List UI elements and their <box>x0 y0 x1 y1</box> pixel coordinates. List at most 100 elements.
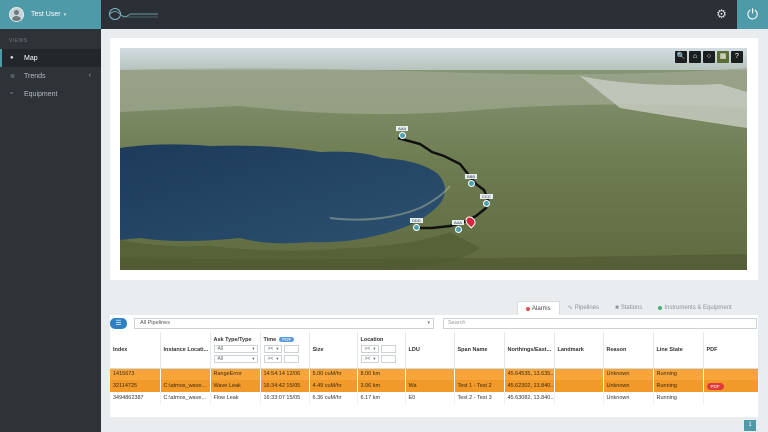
location-operator-select-2[interactable]: >< <box>360 354 379 363</box>
logout-power-icon[interactable]: ⏻ <box>737 0 768 29</box>
type-filter-select[interactable]: All <box>213 344 258 353</box>
table-row[interactable]: 3494862387 C:\atmos_wave... Flow Leak 16… <box>110 392 759 404</box>
column-header-index[interactable]: Index <box>110 332 161 369</box>
cell-pdf <box>703 368 759 380</box>
alarms-table: Index Instance Locati... Ask Type/Type A… <box>110 332 759 404</box>
map-marker[interactable]: DDD <box>410 218 423 231</box>
tab-pipelines[interactable]: ∿ Pipelines <box>560 301 607 315</box>
cell-landmark <box>554 392 604 404</box>
pipeline-icon: ∿ <box>567 305 573 311</box>
cell-size: 6.36 cuM/hr <box>309 392 358 404</box>
column-header-time[interactable]: TimePDF >< >< <box>260 332 310 369</box>
column-header-landmark[interactable]: Landmark <box>554 332 604 369</box>
user-menu[interactable]: Test User ▾ <box>0 0 101 29</box>
sidebar-section-label: VIEWS <box>9 38 28 44</box>
location-value-input-2[interactable] <box>380 354 396 363</box>
cell-line-state: Running <box>653 380 704 392</box>
map-terrain[interactable] <box>120 48 747 270</box>
sidebar-item-map[interactable]: ● Map <box>0 49 101 67</box>
chevron-left-icon: ‹ <box>88 72 91 79</box>
cell-line-state: Running <box>653 368 704 380</box>
search-input[interactable]: Search <box>443 318 757 329</box>
map-home-icon[interactable]: ⌂ <box>689 51 701 63</box>
column-header-reason[interactable]: Reason <box>603 332 654 369</box>
cell-type: RangeError <box>210 368 261 380</box>
marker-pin-icon <box>454 226 462 233</box>
cell-northings: 45.63082, 13.840... <box>504 392 555 404</box>
type-filter-select-2[interactable]: All <box>213 354 258 363</box>
bottom-tabs: Alarms ∿ Pipelines ■ Stations Instrument… <box>517 301 740 315</box>
map-globe-icon[interactable]: ○ <box>703 51 715 63</box>
alarms-panel: ☰ All Pipelines Search Index Instance Lo… <box>110 315 759 417</box>
list-menu-icon[interactable]: ☰ <box>110 318 127 329</box>
column-header-type[interactable]: Ask Type/Type All All <box>210 332 261 369</box>
sidebar-item-label: Equipment <box>24 90 58 98</box>
tab-instruments[interactable]: Instruments & Equipment <box>650 301 739 315</box>
time-operator-select-2[interactable]: >< <box>263 354 282 363</box>
column-header-line-state[interactable]: Line State <box>653 332 704 369</box>
column-header-ldu[interactable]: LDU <box>405 332 455 369</box>
sidebar: VIEWS ● Map ≋ Trends ‹ ≈ Equipment <box>0 29 101 432</box>
map-toolbar: 🔍 ⌂ ○ ▦ ? <box>675 51 743 63</box>
column-header-span[interactable]: Span Name <box>454 332 505 369</box>
sidebar-item-equipment[interactable]: ≈ Equipment <box>0 85 101 103</box>
cell-reason: Unknown <box>603 380 654 392</box>
tab-stations[interactable]: ■ Stations <box>607 301 650 315</box>
pagination-page-button[interactable]: 1 <box>744 420 756 431</box>
cell-landmark <box>554 368 604 380</box>
column-header-instance[interactable]: Instance Locati... <box>160 332 211 369</box>
cell-time: 14:54:14 12/06 <box>260 368 310 380</box>
user-caret-icon: ▾ <box>63 11 67 18</box>
settings-gear-icon[interactable]: ⚙ <box>714 7 729 22</box>
column-header-location[interactable]: Location >< >< <box>357 332 406 369</box>
map-layers-icon[interactable]: ▦ <box>717 51 729 63</box>
user-avatar-icon <box>9 7 24 22</box>
app-logo-icon <box>109 8 158 20</box>
table-header-row: Index Instance Locati... Ask Type/Type A… <box>110 332 759 369</box>
user-name: Test User <box>31 11 61 18</box>
table-row[interactable]: 1415673 RangeError 14:54:14 12/06 5.00 c… <box>110 368 759 380</box>
location-operator-select[interactable]: >< <box>360 344 379 353</box>
location-value-input[interactable] <box>380 344 396 353</box>
cell-northings: 45.64535, 13.635... <box>504 368 555 380</box>
time-value-input-2[interactable] <box>283 354 299 363</box>
cell-line-state: Running <box>653 392 704 404</box>
cell-northings: 45.62302, 13.840... <box>504 380 555 392</box>
column-header-size[interactable]: Size <box>309 332 358 369</box>
time-operator-select[interactable]: >< <box>263 344 282 353</box>
cell-reason: Unknown <box>603 368 654 380</box>
cell-size: 4.49 cuM/hr <box>309 380 358 392</box>
cell-pdf: PDF <box>703 380 759 392</box>
top-bar: Test User ▾ ⚙ ⏻ <box>0 0 768 29</box>
pipeline-select[interactable]: All Pipelines <box>134 318 434 329</box>
map-pin-icon: ● <box>10 55 14 61</box>
time-value-input[interactable] <box>283 344 299 353</box>
pdf-download-button[interactable]: PDF <box>706 382 724 390</box>
sidebar-item-label: Map <box>24 54 38 62</box>
marker-pin-icon <box>412 224 420 231</box>
column-header-pdf[interactable]: PDF <box>703 332 759 369</box>
equipment-icon: ≈ <box>10 91 14 97</box>
map-marker[interactable]: AAA <box>396 126 409 139</box>
marker-pin-icon <box>467 180 475 187</box>
cell-pdf <box>703 392 759 404</box>
map-search-icon[interactable]: 🔍 <box>675 51 687 63</box>
map-marker[interactable]: BBB <box>465 174 478 187</box>
cell-ldu <box>405 368 455 380</box>
cell-ldu: E0 <box>405 392 455 404</box>
tab-alarms[interactable]: Alarms <box>517 301 560 315</box>
map-panel: 🔍 ⌂ ○ ▦ ? AAA BBB CCC DDD AAA <box>110 38 758 280</box>
column-header-northings[interactable]: Northings/East... <box>504 332 555 369</box>
sidebar-item-trends[interactable]: ≋ Trends ‹ <box>0 67 101 85</box>
time-export-button[interactable]: PDF <box>279 336 295 342</box>
table-row[interactable]: 32114725 C:\atmos_wave... Wave Leak 16:3… <box>110 380 759 392</box>
map-marker[interactable]: AAA <box>452 220 465 233</box>
satellite-map[interactable]: 🔍 ⌂ ○ ▦ ? AAA BBB CCC DDD AAA <box>120 48 747 270</box>
map-marker[interactable]: CCC <box>480 194 493 207</box>
cell-landmark <box>554 380 604 392</box>
map-help-icon[interactable]: ? <box>731 51 743 63</box>
cell-index: 3494862387 <box>110 392 161 404</box>
cell-type: Wave Leak <box>210 380 261 392</box>
cell-span: Test 1 - Test 2 <box>454 380 505 392</box>
alarm-icon <box>526 306 530 311</box>
